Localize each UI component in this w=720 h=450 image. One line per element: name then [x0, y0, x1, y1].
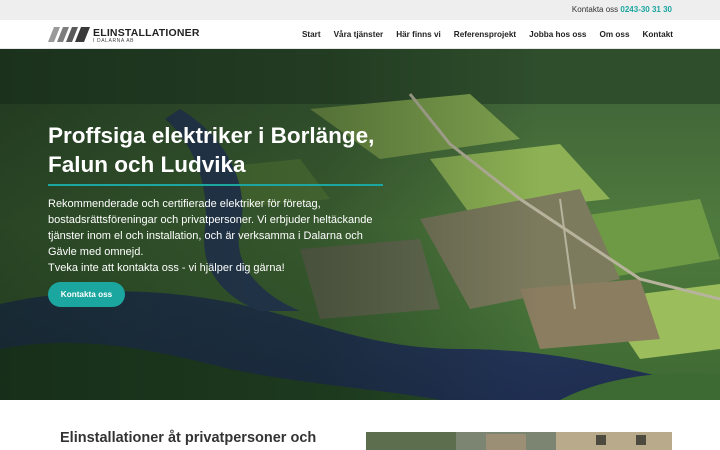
logo-subtitle: I DALARNA AB [93, 38, 135, 44]
nav-careers[interactable]: Jobba hos oss [529, 30, 586, 39]
hero-title: Proffsiga elektriker i Borlänge, Falun o… [48, 123, 375, 177]
contact-us-button[interactable]: Kontakta oss [48, 282, 125, 307]
hero-cta-text: Tveka inte att kontakta oss - vi hjälper… [48, 262, 285, 274]
logo[interactable]: ELINSTALLATIONER I DALARNA AB [48, 26, 199, 44]
hero-paragraph: Rekommenderade och certifierade elektrik… [48, 198, 373, 258]
nav-references[interactable]: Referensprojekt [454, 30, 516, 39]
main-nav: Start Våra tjänster Här finns vi Referen… [302, 30, 673, 39]
topbar-contact-label: Kontakta oss [571, 5, 619, 14]
nav-services[interactable]: Våra tjänster [334, 30, 384, 39]
site-header: ELINSTALLATIONER I DALARNA AB Start Våra… [0, 20, 720, 49]
topbar-phone-link[interactable]: 0243-30 31 30 [620, 5, 672, 14]
logo-stripes-icon [48, 27, 90, 42]
nav-locations[interactable]: Här finns vi [396, 30, 441, 39]
top-bar: Kontakta oss 0243-30 31 30 [0, 0, 720, 20]
nav-about[interactable]: Om oss [599, 30, 629, 39]
services-section: Elinstallationer åt privatpersoner och f… [0, 400, 720, 450]
section-title: Elinstallationer åt privatpersoner och f… [60, 430, 317, 450]
topbar-contact[interactable]: Kontakta oss 0243-30 31 30 [572, 5, 672, 14]
nav-contact[interactable]: Kontakt [643, 30, 673, 39]
hero-section: Proffsiga elektriker i Borlänge, Falun o… [0, 49, 720, 400]
hero-divider [48, 184, 383, 186]
section-photo [366, 432, 672, 450]
hero-description: Rekommenderade och certifierade elektrik… [48, 196, 393, 276]
nav-start[interactable]: Start [302, 30, 321, 39]
